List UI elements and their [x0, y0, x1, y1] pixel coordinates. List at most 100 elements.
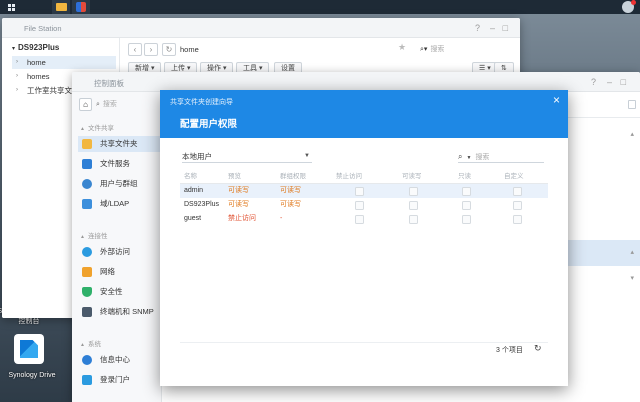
refresh-icon[interactable]: ↻: [534, 343, 542, 354]
column-read-only[interactable]: 只读: [458, 170, 471, 184]
preview-permission: 可读写: [228, 201, 249, 208]
sidebar-item-shared-folder[interactable]: 共享文件夹: [78, 136, 162, 152]
login-portal-icon: [82, 375, 92, 385]
tools-label: 工具: [243, 65, 257, 72]
no-access-checkbox[interactable]: [355, 186, 364, 196]
chevron-right-icon: ›: [16, 73, 18, 79]
column-preview[interactable]: 预览: [228, 170, 241, 184]
minimize-icon[interactable]: –: [490, 23, 495, 33]
file-services-icon: [82, 159, 92, 169]
chevron-up-icon: ▲: [80, 126, 85, 132]
no-access-checkbox[interactable]: [355, 214, 364, 224]
sidebar-item-info-center[interactable]: 信息中心: [78, 352, 162, 368]
maximize-icon[interactable]: □: [503, 23, 508, 33]
help-icon[interactable]: ?: [591, 77, 596, 87]
read-write-checkbox[interactable]: [409, 200, 418, 210]
preview-permission: 可读写: [228, 187, 249, 194]
network-icon: [82, 267, 92, 277]
close-icon[interactable]: ×: [553, 94, 560, 106]
chevron-right-icon: ›: [16, 87, 18, 93]
sidebar-item-terminal-snmp[interactable]: 终端机和 SNMP: [78, 304, 162, 320]
table-row[interactable]: admin 可读写 可读写: [180, 184, 548, 198]
action-label: 操作: [207, 65, 221, 72]
chevron-down-icon: ▼: [466, 155, 472, 161]
back-button[interactable]: ‹: [128, 43, 142, 56]
read-write-checkbox[interactable]: [409, 186, 418, 196]
section-connectivity[interactable]: ▲ 连接性: [80, 230, 107, 240]
file-station-taskbar-icon[interactable]: [52, 0, 70, 14]
sidebar-item-external-access[interactable]: 外部访问: [78, 244, 162, 260]
user-name: admin: [184, 187, 204, 194]
forward-button[interactable]: ›: [144, 43, 158, 56]
read-only-checkbox[interactable]: [462, 200, 471, 210]
users-icon: [82, 179, 92, 189]
section-label: 系统: [87, 341, 101, 348]
column-group-permission[interactable]: 群组权限: [280, 170, 306, 184]
search-placeholder: 搜索: [475, 154, 490, 161]
column-name[interactable]: 名称: [184, 170, 197, 184]
sidebar-item-security[interactable]: 安全性: [78, 284, 162, 300]
sidebar-item-domain-ldap[interactable]: 域/LDAP: [78, 196, 162, 212]
footer-divider: [180, 342, 548, 343]
column-no-access[interactable]: 禁止访问: [336, 170, 362, 184]
group-permission: 可读写: [280, 201, 301, 208]
custom-checkbox[interactable]: [513, 214, 522, 224]
chevron-down-icon[interactable]: ▾: [630, 274, 634, 282]
user-name: guest: [184, 215, 202, 222]
star-icon[interactable]: ★: [398, 42, 406, 53]
user-type-select[interactable]: 本地用户 ▼: [182, 150, 312, 163]
shield-icon: [82, 287, 92, 297]
chevron-down-icon: ▼: [304, 153, 310, 159]
section-system[interactable]: ▲ 系统: [80, 338, 101, 348]
column-read-write[interactable]: 可读写: [402, 170, 422, 184]
sidebar-item-login-portal[interactable]: 登录门户: [78, 372, 162, 388]
user-search-input[interactable]: ⌕ ▼ 搜索: [458, 150, 544, 163]
search-icon: ⌕▾: [420, 46, 428, 53]
table-row[interactable]: DS923Plus 可读写 可读写: [180, 198, 548, 212]
custom-checkbox[interactable]: [513, 186, 522, 196]
chevron-up-icon[interactable]: ▴: [630, 130, 634, 138]
synology-drive-desktop-icon[interactable]: [8, 334, 44, 370]
sidebar-item-user-group[interactable]: 用户与群组: [78, 176, 162, 192]
help-icon[interactable]: ?: [475, 23, 480, 33]
globe-icon: [82, 247, 92, 257]
folder-icon: [82, 139, 92, 149]
no-access-checkbox[interactable]: [355, 200, 364, 210]
sidebar-item-network[interactable]: 网络: [78, 264, 162, 280]
home-icon[interactable]: ⌂: [79, 98, 92, 111]
file-search-input[interactable]: ⌕▾ 搜索: [420, 43, 500, 56]
info-icon: [82, 355, 92, 365]
section-label: 连接性: [87, 233, 108, 240]
path-field[interactable]: home: [180, 43, 412, 56]
options-icon[interactable]: [628, 100, 636, 109]
sidebar-item-label: 文件服务: [100, 159, 130, 168]
search-placeholder: 搜索: [430, 46, 445, 53]
chevron-up-icon[interactable]: ▴: [630, 248, 634, 256]
search-placeholder: 搜索: [102, 101, 117, 108]
tree-item-home[interactable]: › home: [12, 56, 116, 69]
sidebar-item-label: 用户与群组: [100, 179, 138, 188]
column-custom[interactable]: 自定义: [504, 170, 524, 184]
read-write-checkbox[interactable]: [409, 214, 418, 224]
section-file-sharing[interactable]: ▲ 文件共享: [80, 122, 114, 132]
control-panel-titlebar: 控制面板 ? – □: [72, 72, 640, 92]
custom-checkbox[interactable]: [513, 200, 522, 210]
read-only-checkbox[interactable]: [462, 186, 471, 196]
permissions-table: 名称 预览 群组权限 禁止访问 可读写 只读 自定义 admin 可读写 可读写…: [180, 170, 548, 226]
table-row[interactable]: guest 禁止访问 -: [180, 212, 548, 226]
main-menu-icon[interactable]: [2, 0, 20, 14]
notification-icon[interactable]: [622, 0, 636, 13]
sidebar-search-input[interactable]: ⌕ 搜索: [96, 98, 158, 111]
sidebar-item-label: 终端机和 SNMP: [100, 307, 154, 316]
read-only-checkbox[interactable]: [462, 214, 471, 224]
refresh-button[interactable]: ↻: [162, 43, 176, 56]
minimize-icon[interactable]: –: [607, 77, 612, 87]
sidebar-item-file-services[interactable]: 文件服务: [78, 156, 162, 172]
window-title: File Station: [24, 24, 62, 33]
synology-drive-icon: [14, 334, 44, 364]
new-label: 新增: [135, 65, 149, 72]
control-panel-taskbar-icon[interactable]: [72, 0, 90, 14]
maximize-icon[interactable]: □: [621, 77, 626, 87]
tree-root[interactable]: ▾ DS923Plus: [12, 43, 59, 52]
domain-icon: [82, 199, 92, 209]
